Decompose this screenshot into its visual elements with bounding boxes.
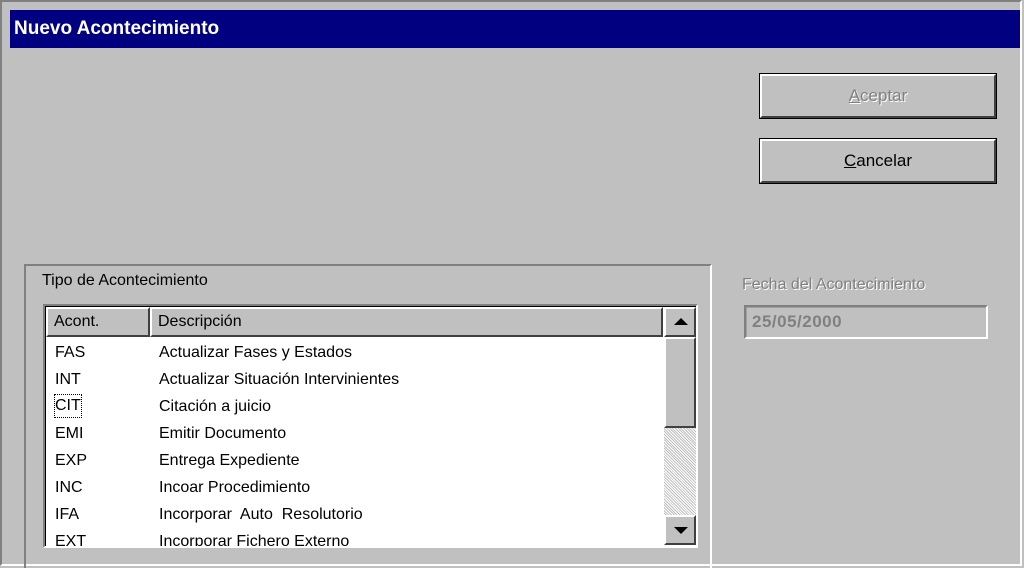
event-description: Incoar Procedimiento (159, 479, 311, 496)
event-code: INC (55, 479, 83, 496)
event-description: Emitir Documento (159, 425, 287, 442)
list-rows: FAS Actualizar Fases y Estados INT Actua… (46, 339, 663, 548)
event-date-field[interactable]: 25/05/2000 (744, 305, 988, 339)
list-item[interactable]: IFA Incorporar Auto Resolutorio (46, 501, 663, 528)
event-code: IFA (55, 506, 80, 523)
scroll-thumb[interactable] (664, 337, 696, 428)
column-header-descripcion[interactable]: Descripción (150, 307, 663, 337)
event-code: INT (55, 371, 81, 388)
list-item[interactable]: INT Actualizar Situación Intervinientes (46, 366, 663, 393)
list-item[interactable]: EXT Incorporar Fichero Externo (46, 528, 663, 548)
event-description: Citación a juicio (159, 398, 272, 415)
list-item[interactable]: EXP Entrega Expediente (46, 447, 663, 474)
event-code: EMI (55, 425, 84, 442)
event-description: Incorporar Auto Resolutorio (159, 506, 363, 523)
list-item[interactable]: CIT Citación a juicio (46, 393, 663, 420)
arrow-up-icon (674, 318, 688, 325)
event-code: CIT (54, 394, 82, 418)
scroll-up-button[interactable] (664, 307, 696, 337)
event-description: Incorporar Fichero Externo (159, 533, 350, 548)
column-header-acont[interactable]: Acont. (46, 307, 150, 337)
vertical-scrollbar[interactable] (664, 307, 696, 545)
event-description: Actualizar Fases y Estados (159, 344, 352, 361)
scroll-down-button[interactable] (664, 515, 696, 545)
event-date-label: Fecha del Acontecimiento (742, 276, 926, 293)
list-item[interactable]: FAS Actualizar Fases y Estados (46, 339, 663, 366)
list-header: Acont. Descripción (46, 307, 663, 337)
event-code: EXP (55, 452, 88, 469)
title-bar: Nuevo Acontecimiento (10, 10, 1020, 48)
event-type-list[interactable]: Acont. Descripción FAS Actualizar Fases … (43, 304, 698, 548)
cancel-button[interactable]: Cancelar (760, 139, 996, 183)
event-type-group-label: Tipo de Acontecimiento (40, 272, 210, 290)
event-code: EXT (55, 533, 87, 548)
event-code: FAS (55, 344, 86, 361)
arrow-down-icon (674, 527, 688, 534)
event-description: Entrega Expediente (159, 452, 300, 469)
window-title: Nuevo Acontecimiento (14, 18, 220, 39)
list-item[interactable]: INC Incoar Procedimiento (46, 474, 663, 501)
accept-button[interactable]: Aceptar (760, 74, 996, 118)
list-item[interactable]: EMI Emitir Documento (46, 420, 663, 447)
event-description: Actualizar Situación Intervinientes (159, 371, 400, 388)
